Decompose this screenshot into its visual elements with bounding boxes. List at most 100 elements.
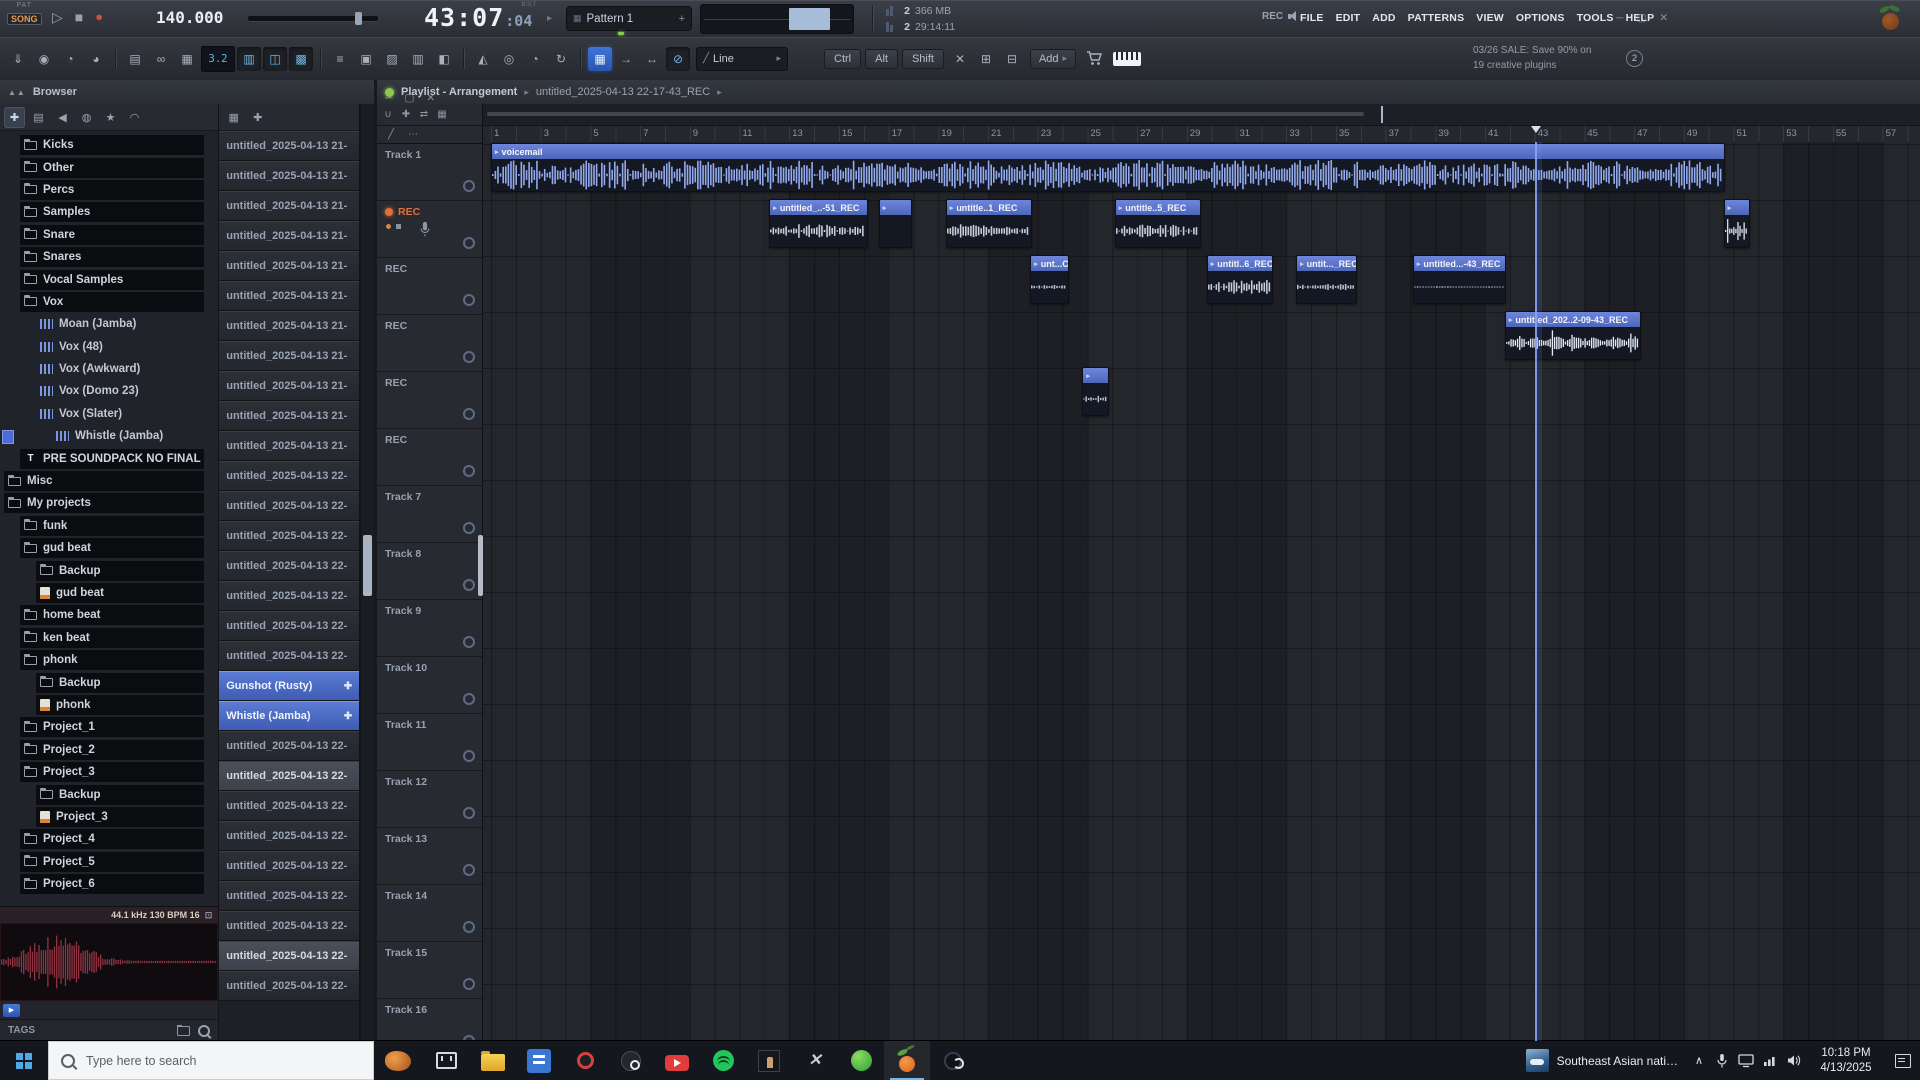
menu-tools[interactable]: TOOLS [1577, 12, 1614, 24]
clip-header[interactable]: ▸ [1724, 200, 1749, 215]
browser-tree-item[interactable]: Vocal Samples [0, 268, 218, 290]
record-app-taskbar-button[interactable] [562, 1041, 608, 1080]
pat-label[interactable]: PAT [7, 2, 42, 9]
browser-header[interactable]: ▲▲ Browser [0, 80, 374, 105]
track-header[interactable]: Track 14 [377, 885, 482, 942]
file-list-item[interactable]: untitled_2025-04-13 21- [219, 341, 360, 371]
alt-key-button[interactable]: Alt [865, 48, 898, 69]
menu-edit[interactable]: EDIT [1336, 12, 1361, 24]
track-header[interactable]: Track 15 [377, 942, 482, 999]
volume-knob-icon[interactable]: ◔ [58, 47, 82, 71]
step-edit-icon[interactable]: ▦ [175, 47, 199, 71]
browser-tree-item[interactable]: phonk [0, 649, 218, 671]
slip-tool-icon[interactable]: ↔ [640, 47, 664, 71]
multilink-icon[interactable]: ∞ [149, 47, 173, 71]
display-tray-icon[interactable] [1734, 1053, 1758, 1068]
time-display[interactable]: 43:07 :04 B:S:T [424, 2, 536, 32]
clip-header[interactable]: ▸ untitled...-43_REC [1413, 256, 1506, 271]
pattern-stack-icon[interactable]: ▩ [289, 46, 313, 71]
playlist-clip[interactable]: ▸ [1082, 367, 1109, 416]
pattern-mode-icon[interactable]: ▥ [237, 46, 261, 71]
track-meter-circle[interactable] [463, 978, 475, 990]
track-meter-circle[interactable] [463, 579, 475, 591]
ctrl-key-button[interactable]: Ctrl [824, 48, 862, 69]
file-list-item[interactable]: untitled_2025-04-13 22- [219, 791, 360, 821]
list-view-icon[interactable]: ▦ [223, 107, 244, 128]
loop-record-icon[interactable]: ↻ [549, 47, 573, 71]
navigator-view-range[interactable] [487, 112, 1364, 116]
browser-tree-item[interactable]: home beat [0, 604, 218, 626]
clip-header[interactable]: ▸ [1083, 368, 1108, 383]
file-list-item[interactable]: untitled_2025-04-13 22- [219, 911, 360, 941]
playlist-clip[interactable]: ▸ untitled_..-51_REC [769, 199, 868, 248]
mixer-icon[interactable]: ▥ [406, 47, 430, 71]
shuttle-thumb[interactable] [354, 12, 362, 25]
scroll-up-icons[interactable]: ▲▲ [8, 88, 26, 97]
menu-file[interactable]: FILE [1300, 12, 1324, 24]
browser-tree-item[interactable]: Backup [0, 559, 218, 581]
shift-key-button[interactable]: Shift [901, 48, 944, 69]
tags-folder-icon[interactable] [177, 1024, 191, 1036]
cut-icon[interactable]: ✕ [948, 47, 972, 71]
file-view-icon[interactable]: ▤ [28, 107, 49, 128]
volume-tray-icon[interactable] [1782, 1054, 1806, 1067]
browser-tree-item[interactable]: Project_3 [0, 806, 218, 828]
menu-patterns[interactable]: PATTERNS [1408, 12, 1465, 24]
window-minimize-button[interactable]: ─ [385, 92, 392, 104]
playlist-clip[interactable]: ▸ untitle..5_REC [1114, 199, 1201, 248]
obs-studio-taskbar-button[interactable] [930, 1041, 976, 1080]
browser-tree-item[interactable]: Project_5 [0, 851, 218, 873]
file-list-item[interactable]: Whistle (Jamba) ✚ [219, 701, 360, 731]
track-header[interactable]: REC [377, 372, 482, 429]
file-list-item[interactable]: untitled_2025-04-13 21- [219, 221, 360, 251]
playlist-clip[interactable]: ▸ [878, 199, 913, 248]
playlist-window-icon[interactable]: ▦ [588, 46, 612, 71]
track-header[interactable]: Track 10 [377, 657, 482, 714]
time-mode-arrow-icon[interactable]: ▸ [547, 13, 552, 24]
browser-tree-item[interactable]: Vox [0, 291, 218, 313]
file-list-item[interactable]: untitled_2025-04-13 22- [219, 941, 360, 971]
favorites-icon[interactable]: ★ [100, 107, 121, 128]
spotify-taskbar-button[interactable] [700, 1041, 746, 1080]
window-minimize-button[interactable]: ─ [1616, 12, 1623, 24]
snap-magnet-icon[interactable]: ∪ [380, 107, 396, 123]
pattern-selector[interactable]: ▦ Pattern 1 + [566, 6, 692, 31]
cloud-library-icon[interactable]: ◠ [124, 107, 145, 128]
browser-tree-item[interactable]: My projects [0, 492, 218, 514]
more-tools-icon[interactable]: ⋯ [405, 127, 421, 143]
sample-waveform-preview[interactable] [0, 923, 219, 1001]
track-meter-circle[interactable] [463, 864, 475, 876]
track-meter-circle[interactable] [463, 465, 475, 477]
pattern-group-icon[interactable]: ◫ [263, 46, 287, 71]
clip-header[interactable]: ▸ untitled_202..2-09-43_REC [1505, 312, 1640, 327]
track-meter-circle[interactable] [463, 237, 475, 249]
browser-tree-item[interactable]: Backup [0, 671, 218, 693]
snap-value-display[interactable]: 3.2 [201, 45, 235, 72]
browser-tree-item[interactable]: ken beat [0, 627, 218, 649]
file-list-scrollbar-handle[interactable] [363, 535, 372, 596]
file-explorer-taskbar-button[interactable] [470, 1041, 516, 1080]
play-button[interactable]: ▷ [52, 6, 63, 28]
playlist-clip[interactable]: ▸ unt...C [1030, 255, 1069, 304]
playhead-line[interactable] [1535, 142, 1543, 1041]
taskbar-search[interactable] [48, 1041, 374, 1080]
preview-options-icon[interactable]: ⊡ [205, 910, 213, 921]
window-close-button[interactable]: ✕ [426, 92, 435, 104]
browser-tree-item[interactable]: T PRE SOUNDPACK NO FINAL [0, 447, 218, 469]
file-list-item[interactable]: untitled_2025-04-13 21- [219, 371, 360, 401]
hidden-icons-chevron[interactable]: ∧ [1688, 1054, 1710, 1067]
file-list-item[interactable]: untitled_2025-04-13 21- [219, 251, 360, 281]
clip-header[interactable]: ▸ untitle..5_REC [1115, 200, 1200, 215]
file-list-item[interactable]: untitled_2025-04-13 22- [219, 461, 360, 491]
file-list-item[interactable]: untitled_2025-04-13 22- [219, 971, 360, 1001]
browser-tree-item[interactable]: Kicks [0, 134, 218, 156]
browser-tree-item[interactable]: Percs [0, 179, 218, 201]
track-meter-circle[interactable] [463, 636, 475, 648]
playhead-marker[interactable] [1531, 126, 1542, 133]
playlist-vertical-scrollbar[interactable] [478, 535, 483, 596]
move-tool-icon[interactable]: ✚ [4, 106, 25, 128]
playlist-clip[interactable]: ▸ untitled_202..2-09-43_REC [1504, 311, 1641, 360]
file-list-item[interactable]: untitled_2025-04-13 22- [219, 761, 360, 791]
notification-badge[interactable]: 2 [1626, 50, 1643, 67]
playlist-grid[interactable]: ▸ voicemail ▸ untitled_..-51_REC ▸ ▸ untitle..… [483, 142, 1920, 1041]
